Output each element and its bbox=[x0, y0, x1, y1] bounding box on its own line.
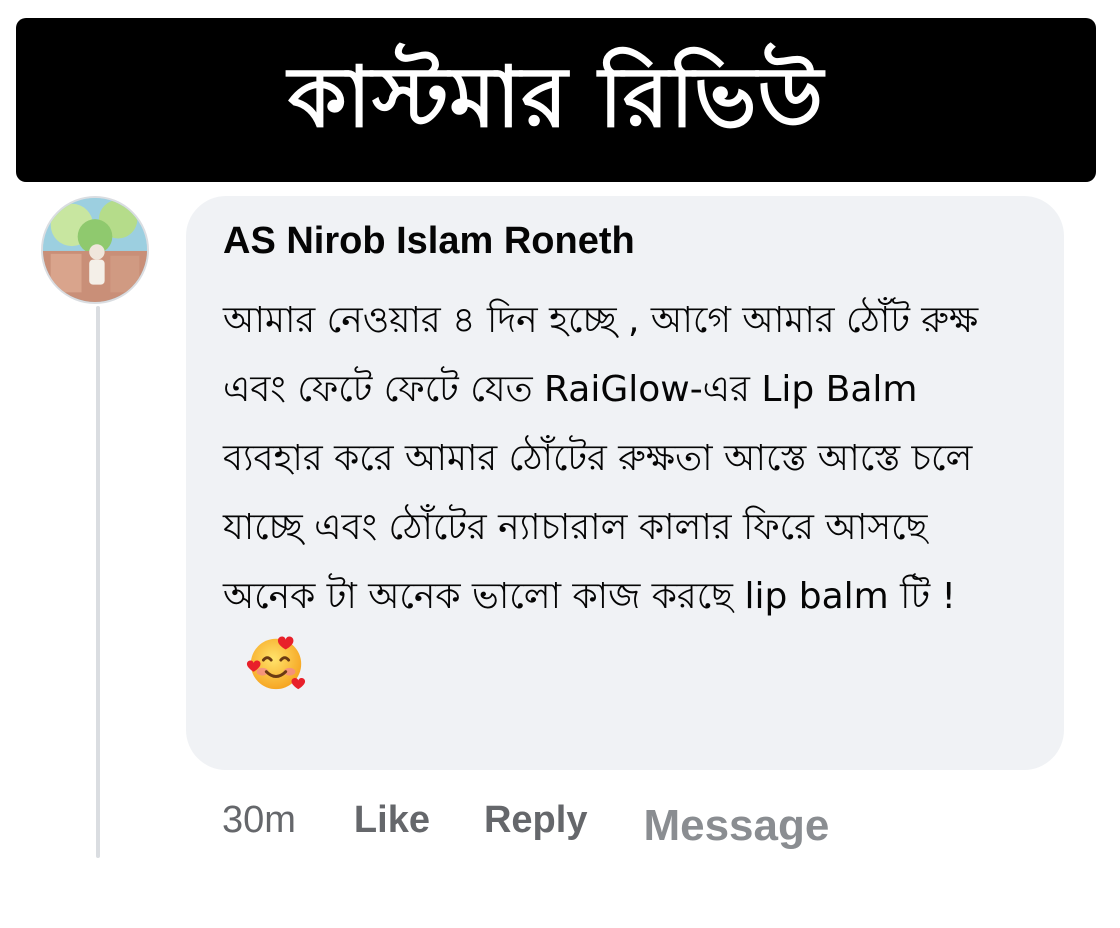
comment-body: আমার নেওয়ার ৪ দিন হচ্ছে , আগে আমার ঠোঁট… bbox=[223, 300, 979, 617]
header-banner: কাস্টমার রিভিউ bbox=[16, 18, 1096, 182]
comment-actions: 30m Like Reply Message bbox=[222, 790, 829, 851]
avatar-photo-icon bbox=[43, 198, 147, 302]
avatar[interactable] bbox=[41, 196, 149, 304]
like-button[interactable]: Like bbox=[354, 799, 430, 842]
comment-text: আমার নেওয়ার ৪ দিন হচ্ছে , আগে আমার ঠোঁট… bbox=[223, 286, 1023, 702]
comment-author[interactable]: AS Nirob Islam Roneth bbox=[223, 218, 1028, 264]
message-button[interactable]: Message bbox=[643, 801, 829, 851]
reply-button[interactable]: Reply bbox=[484, 799, 587, 842]
comment-bubble: AS Nirob Islam Roneth আমার নেওয়ার ৪ দিন… bbox=[186, 196, 1064, 770]
comment-timestamp[interactable]: 30m bbox=[222, 799, 296, 842]
thread-line bbox=[96, 306, 100, 858]
smiling-face-with-hearts-icon bbox=[245, 631, 307, 693]
banner-title: কাস্টমার রিভিউ bbox=[287, 48, 825, 146]
